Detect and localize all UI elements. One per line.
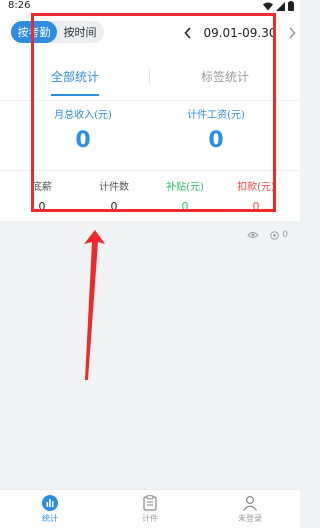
user-icon (243, 495, 257, 511)
deduction-metric: 扣款(元) 0 (226, 181, 286, 214)
date-range-text[interactable]: 09.01-09.30 (203, 26, 276, 40)
monthly-income-metric: 月总收入(元) 0 (28, 109, 138, 153)
piece-count-metric: 计件数 0 (84, 181, 144, 214)
stats-tabs: 全部统计 标签统计 (0, 54, 300, 100)
header-section: 按考勤 按时间 09.01-09.30 全部统计 标签统计 (0, 14, 300, 100)
piece-count-label: 计件数 (99, 182, 129, 193)
status-time: 8:26 (8, 0, 31, 11)
row-divider (0, 170, 300, 171)
tab-label-stats[interactable]: 标签统计 (150, 54, 300, 98)
clipboard-icon (143, 494, 157, 511)
chevron-right-icon[interactable] (288, 27, 296, 39)
subsidy-value: 0 (181, 200, 189, 213)
nav-item-profile[interactable]: 未登录 (200, 490, 300, 528)
subsidy-metric: 补贴(元) 0 (155, 181, 215, 214)
view-count-info: 0 (247, 230, 288, 240)
active-tab-indicator (51, 94, 99, 96)
piece-count-value: 0 (110, 200, 118, 213)
base-salary-metric: 底薪 0 (12, 181, 72, 214)
nav-item-piecework[interactable]: 计件 (100, 490, 200, 528)
piece-wage-label: 计件工资(元) (187, 110, 245, 121)
view-count-value: 0 (282, 230, 288, 240)
arrow-up-annotation-icon (84, 230, 105, 380)
status-icons (263, 1, 294, 11)
monthly-income-value: 0 (75, 128, 91, 153)
monthly-income-label: 月总收入(元) (54, 110, 112, 121)
stats-chart-icon (42, 494, 58, 511)
eye-icon[interactable] (247, 231, 259, 239)
chevron-left-icon[interactable] (184, 27, 192, 39)
deduction-value: 0 (252, 200, 260, 213)
status-bar: 8:26 (0, 0, 300, 14)
bottom-navigation: 统计 计件 未登录 (0, 489, 300, 528)
by-time-button[interactable]: 按时间 (57, 21, 103, 43)
piece-wage-metric: 计件工资(元) 0 (161, 109, 271, 153)
tab-all-stats[interactable]: 全部统计 (0, 54, 150, 98)
mode-toggle: 按考勤 按时间 (11, 21, 104, 43)
base-salary-value: 0 (38, 200, 46, 213)
subsidy-label: 补贴(元) (166, 182, 204, 193)
by-attendance-button[interactable]: 按考勤 (11, 21, 57, 43)
deduction-label: 扣款(元) (237, 182, 275, 193)
wifi-icon (263, 2, 273, 10)
battery-icon (288, 1, 294, 11)
nav-label-profile: 未登录 (238, 513, 262, 523)
nav-label-stats: 统计 (42, 513, 58, 523)
view-count-icon (270, 230, 280, 240)
summary-panel: 月总收入(元) 0 计件工资(元) 0 底薪 0 计件数 0 补贴(元) 0 扣… (0, 101, 300, 221)
nav-item-stats[interactable]: 统计 (0, 490, 100, 528)
piece-wage-value: 0 (208, 128, 224, 153)
base-salary-label: 底薪 (32, 182, 52, 193)
date-range-selector: 09.01-09.30 (184, 23, 296, 43)
signal-icon (276, 1, 285, 11)
nav-label-piecework: 计件 (142, 513, 158, 523)
